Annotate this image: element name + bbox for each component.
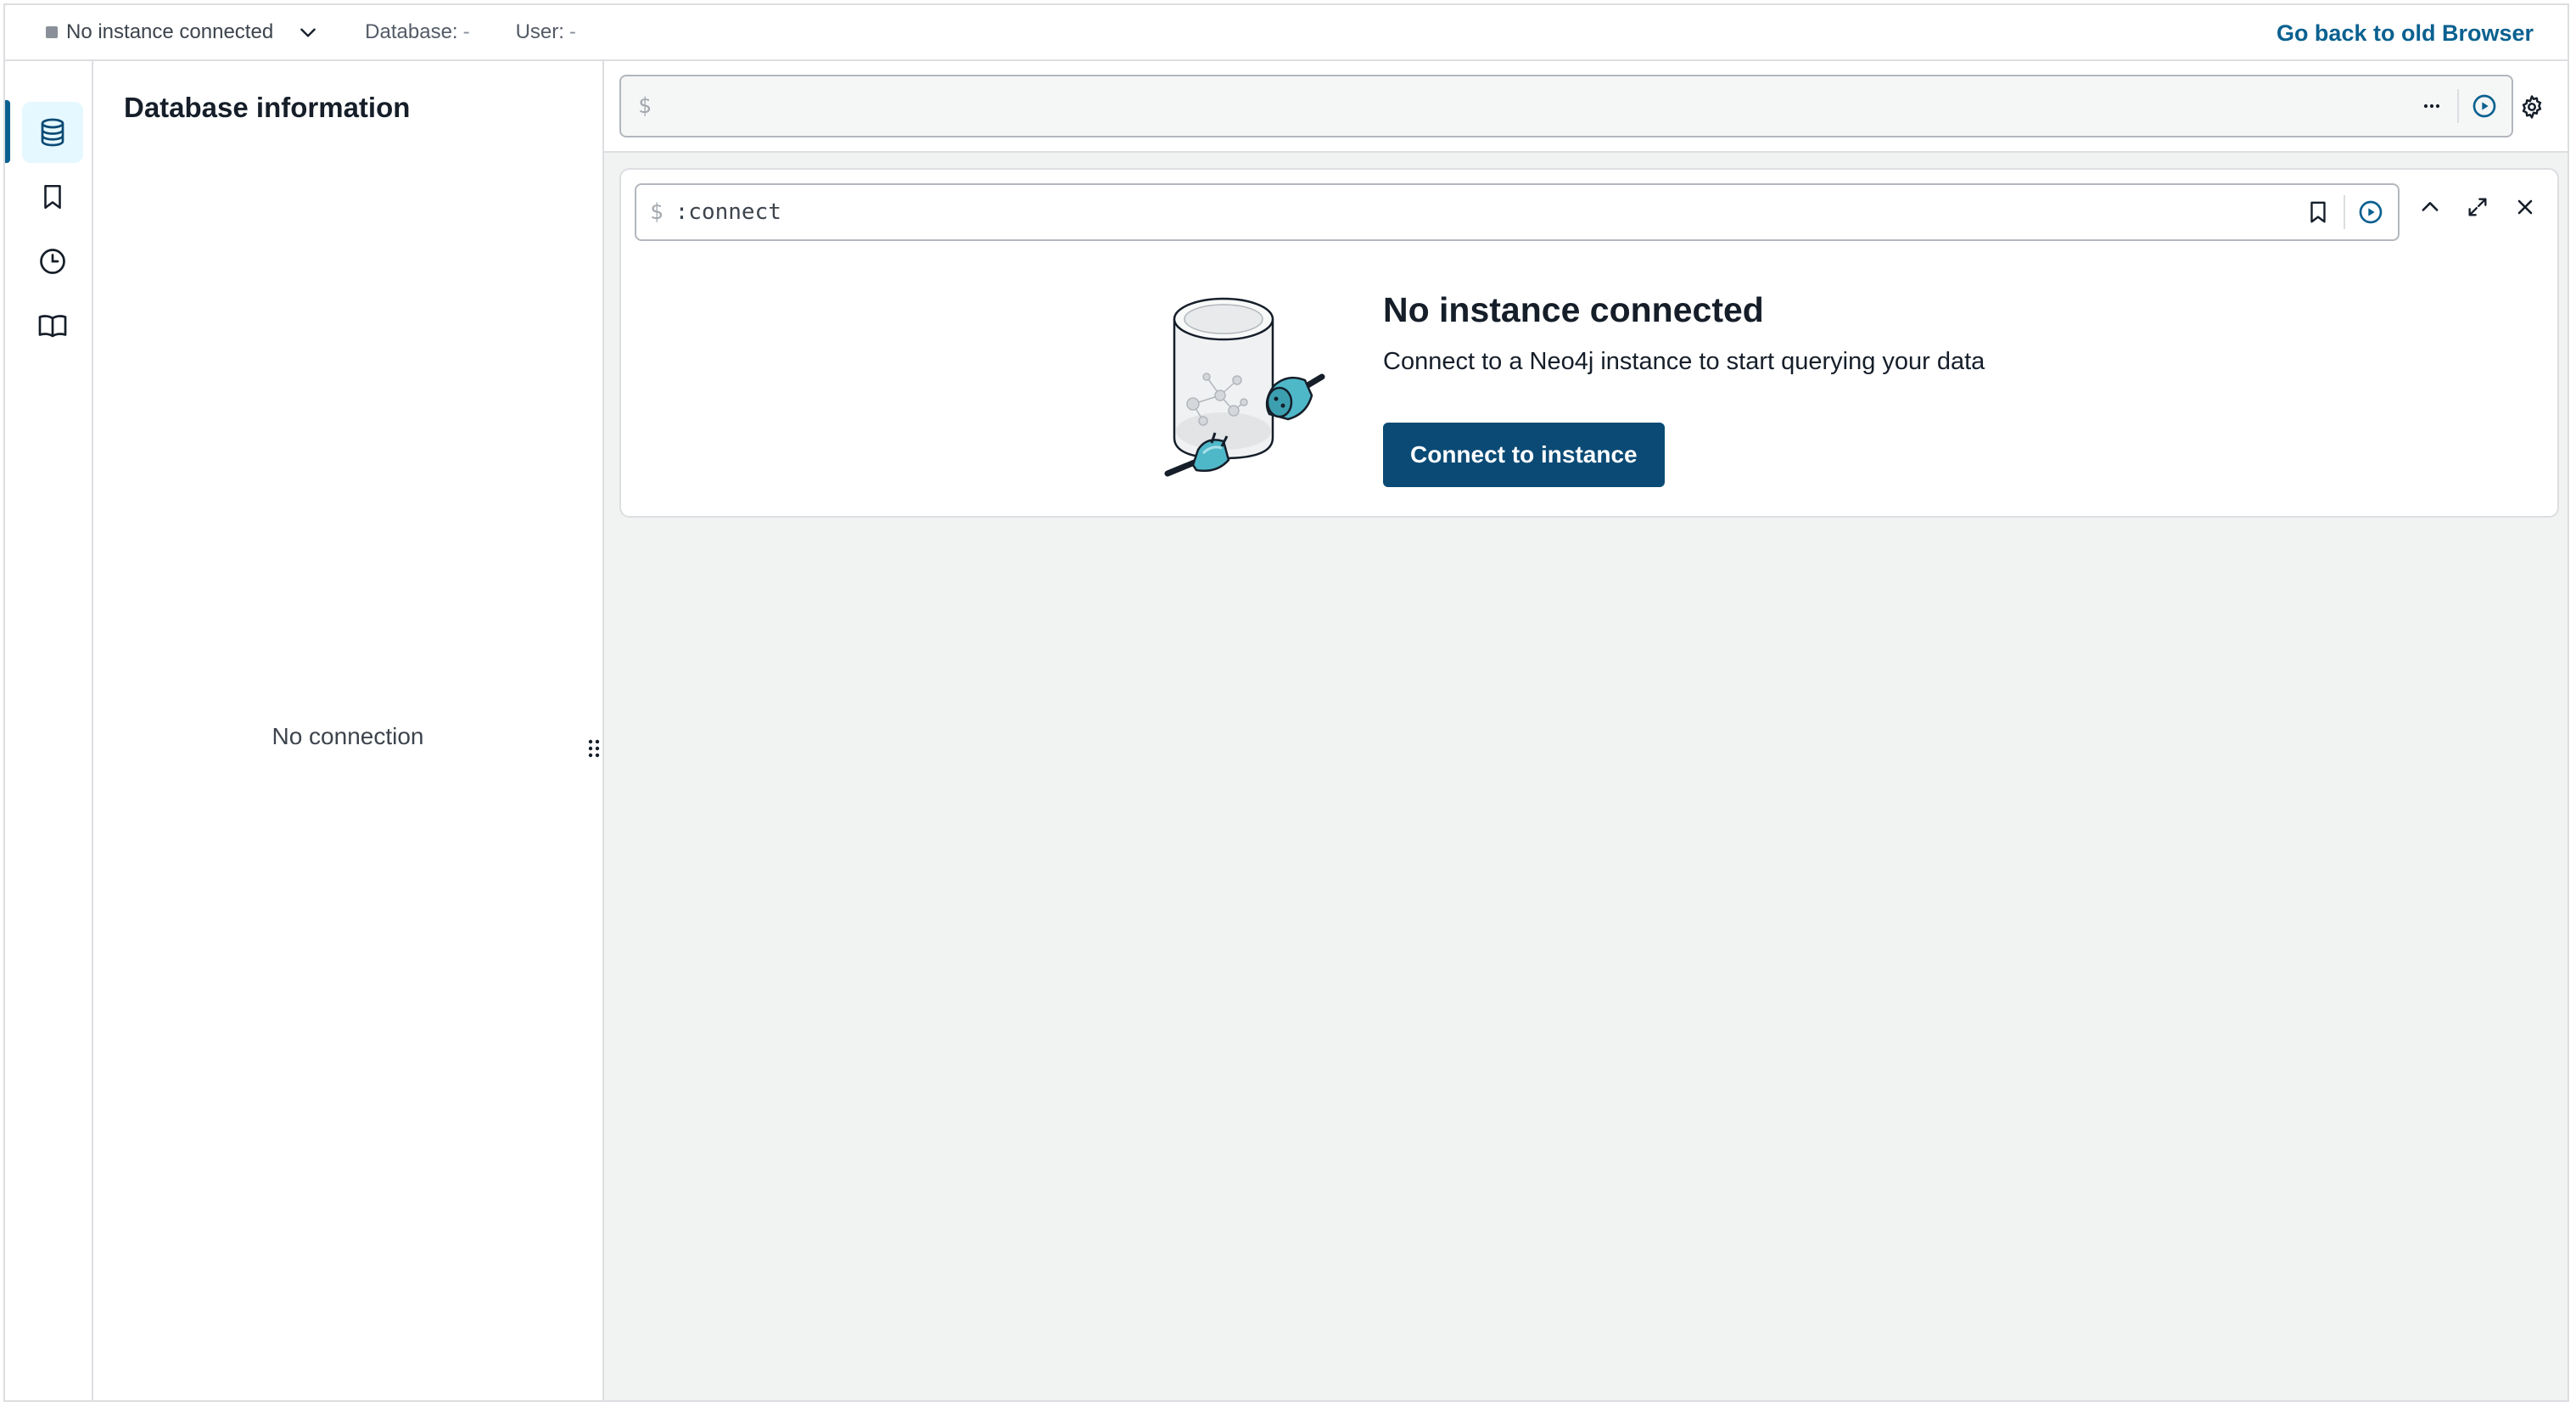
active-indicator (5, 100, 10, 163)
neo4j-browser-window: No instance connected Database: - User: … (3, 3, 2569, 1402)
fullscreen-frame-button[interactable] (2457, 187, 2498, 227)
divider (2344, 195, 2345, 229)
clock-icon (40, 249, 65, 274)
user-value: - (568, 20, 576, 43)
play-circle-icon (2472, 94, 2496, 118)
sidebar-item-favorites[interactable] (22, 166, 83, 227)
divider (2457, 89, 2459, 123)
go-back-old-browser-link[interactable]: Go back to old Browser (2276, 20, 2534, 47)
editor-settings-button[interactable] (2512, 87, 2552, 127)
frame-command-editor[interactable]: $ :connect (635, 183, 2400, 241)
cypher-editor: $ (619, 75, 2513, 137)
frame-command-text: :connect (675, 199, 781, 225)
chevron-up-icon (2422, 202, 2439, 211)
bookmark-icon (2310, 201, 2326, 223)
connection-status-label: No instance connected (66, 20, 274, 43)
panel-title: Database information (124, 92, 411, 123)
database-meta: Database: - (365, 20, 469, 44)
connect-to-instance-button[interactable]: Connect to instance (1383, 423, 1665, 487)
no-connection-text: No connection (272, 723, 424, 749)
frame-title: No instance connected (1383, 290, 1764, 329)
book-icon (38, 315, 67, 338)
expand-icon (2468, 198, 2487, 216)
editor-prompt: $ (638, 93, 652, 119)
database-value: - (462, 20, 470, 43)
frame-actions (2410, 187, 2545, 227)
connect-result-frame: $ :connect No instance connected Connect… (619, 168, 2559, 518)
editor-more-button[interactable] (2411, 86, 2452, 126)
status-indicator-icon (46, 26, 58, 38)
gear-icon (2522, 95, 2542, 119)
run-query-button[interactable] (2464, 86, 2505, 126)
sidebar-item-database-info[interactable] (22, 102, 83, 163)
close-icon (2517, 199, 2533, 215)
main-editor-row: $ (604, 61, 2568, 153)
disconnected-database-illustration (1164, 297, 1325, 477)
panel-resize-handle[interactable] (585, 737, 602, 760)
connection-status: No instance connected (46, 20, 273, 44)
bookmark-icon (44, 184, 61, 210)
save-favorite-button[interactable] (2298, 192, 2338, 233)
chevron-down-icon (300, 28, 316, 37)
top-bar: No instance connected Database: - User: … (5, 5, 2568, 61)
user-label: User: (515, 20, 564, 43)
cypher-editor-input[interactable] (651, 76, 2411, 136)
database-label: Database: (365, 20, 458, 43)
more-horizontal-icon (2423, 104, 2440, 109)
drag-handle-icon (588, 739, 600, 758)
database-icon (41, 118, 64, 147)
close-frame-button[interactable] (2505, 187, 2545, 227)
frame-subtitle: Connect to a Neo4j instance to start que… (1383, 348, 1985, 375)
sidebar-item-history[interactable] (22, 231, 83, 292)
connection-dropdown-button[interactable] (294, 18, 322, 47)
database-info-panel: Database information No connection (93, 61, 604, 1400)
sidebar-item-guides[interactable] (22, 295, 83, 356)
user-meta: User: - (516, 20, 576, 44)
play-circle-icon (2359, 200, 2383, 224)
frame-prompt: $ (650, 199, 664, 225)
sidebar-rail (5, 61, 93, 1400)
rerun-query-button[interactable] (2350, 192, 2391, 233)
collapse-frame-button[interactable] (2410, 187, 2450, 227)
main-area: $ $ :connect No instance connected Conne… (604, 61, 2568, 1400)
